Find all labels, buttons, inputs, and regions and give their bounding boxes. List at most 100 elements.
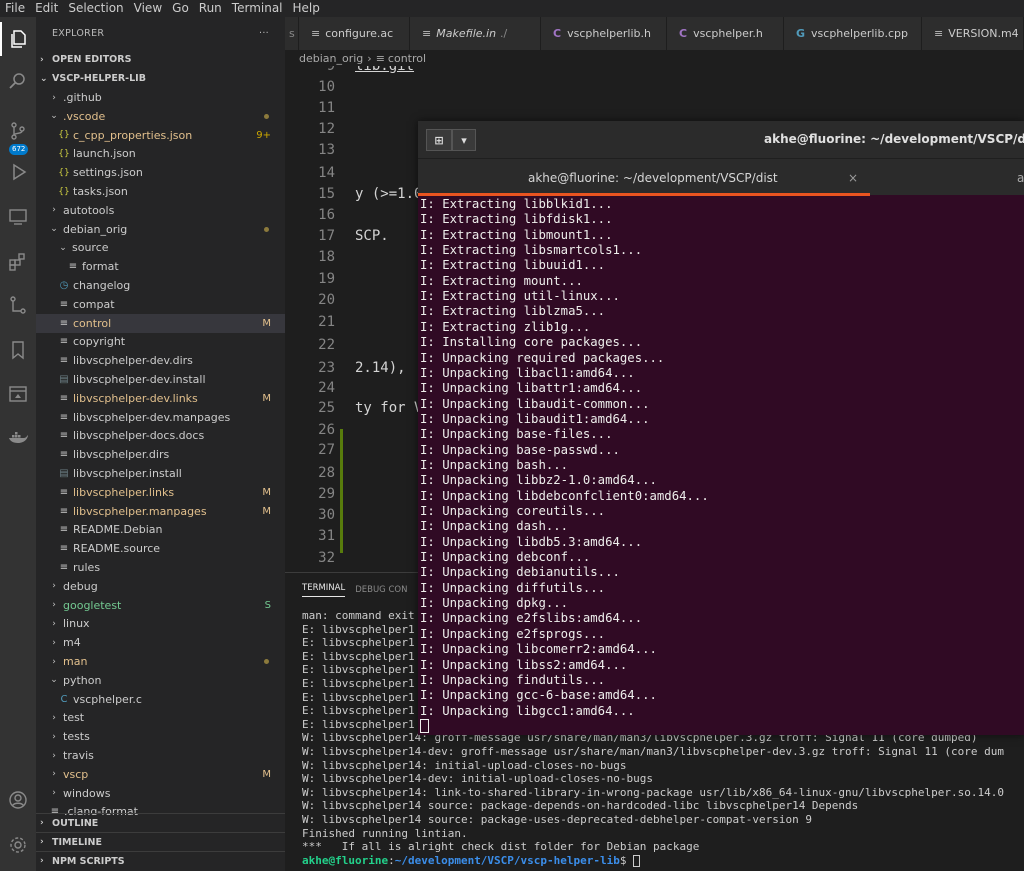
menu-view[interactable]: View xyxy=(129,0,167,17)
tree-item[interactable]: › m4 xyxy=(36,633,285,652)
terminal-tab-active-label[interactable]: akhe@fluorine: ~/development/VSCP/dist xyxy=(528,159,778,196)
tree-item[interactable]: › man xyxy=(36,652,285,671)
tab-version-m4[interactable]: ≡ VERSION.m4 xyxy=(922,17,1024,50)
breadcrumb-file[interactable]: control xyxy=(388,52,426,65)
tree-item[interactable]: ≡ rules xyxy=(36,558,285,577)
search-icon[interactable] xyxy=(0,64,36,98)
menu-run[interactable]: Run xyxy=(194,0,227,17)
terminal-output-line: I: Unpacking findutils... xyxy=(420,672,606,687)
explorer-more-button[interactable]: ··· xyxy=(259,28,269,39)
tree-item-label: libvscphelper.install xyxy=(73,467,182,480)
menu-go[interactable]: Go xyxy=(167,0,194,17)
tree-item[interactable]: ≡ libvscphelper-docs.docs xyxy=(36,426,285,445)
tab-vscphelperlib-cpp[interactable]: Gvscphelperlib.cpp xyxy=(784,17,922,50)
new-tab-button[interactable]: ⊞ xyxy=(426,129,452,151)
terminal-output-line: I: Unpacking diffutils... xyxy=(420,580,606,595)
tree-item[interactable]: {} c_cpp_properties.json 9+ xyxy=(36,126,285,145)
line-number: 18 xyxy=(318,249,335,265)
chevron-down-icon: ⌄ xyxy=(50,111,58,122)
explorer-icon[interactable] xyxy=(0,22,36,56)
close-tab-icon[interactable]: × xyxy=(848,159,858,196)
root-folder-section[interactable]: ⌄ VSCP-HELPER-LIB xyxy=(36,69,285,88)
tab-vscphelper-h[interactable]: Cvscphelper.h xyxy=(667,17,784,50)
tree-item[interactable]: {} tasks.json xyxy=(36,182,285,201)
tree-item[interactable]: ≡ compat xyxy=(36,295,285,314)
tree-item[interactable]: ≡ libvscphelper.dirs xyxy=(36,445,285,464)
tab-terminal[interactable]: TERMINAL xyxy=(302,583,346,597)
tree-item[interactable]: › travis xyxy=(36,746,285,765)
source-control-icon[interactable] xyxy=(0,114,36,148)
tree-item[interactable]: ≡ README.source xyxy=(36,539,285,558)
terminal-tab-second-label[interactable]: a xyxy=(1017,159,1024,196)
tree-item[interactable]: ▤ libvscphelper-dev.install xyxy=(36,370,285,389)
tree-item[interactable]: ▤ libvscphelper.install xyxy=(36,464,285,483)
terminal-line: W: libvscphelper14 source: package-depen… xyxy=(302,799,859,813)
outline-section[interactable]: › OUTLINE xyxy=(36,813,285,832)
git-graph-icon[interactable] xyxy=(0,288,36,322)
git-status-badge: M xyxy=(262,317,271,329)
tree-item[interactable]: ≡ libvscphelper-dev.dirs xyxy=(36,351,285,370)
tree-item[interactable]: ⌄ python xyxy=(36,671,285,690)
chevron-right-icon: › xyxy=(52,205,56,216)
tree-item[interactable]: › .github xyxy=(36,88,285,107)
json-file-icon: {} xyxy=(58,186,70,197)
tree-item[interactable]: {} launch.json xyxy=(36,144,285,163)
run-debug-icon[interactable] xyxy=(0,155,36,189)
npm-scripts-section[interactable]: › NPM SCRIPTS xyxy=(36,851,285,870)
bookmark-icon[interactable] xyxy=(0,333,36,367)
tree-item[interactable]: ≡ format xyxy=(36,257,285,276)
tab-debug-console[interactable]: DEBUG CON xyxy=(355,585,407,595)
tree-item[interactable]: ≡ libvscphelper-dev.links M xyxy=(36,389,285,408)
chevron-right-icon: › xyxy=(52,600,56,611)
account-icon[interactable] xyxy=(0,783,36,817)
tree-item[interactable]: ≡ README.Debian xyxy=(36,520,285,539)
tree-item[interactable]: ≡ libvscphelper-dev.manpages xyxy=(36,408,285,427)
menu-edit[interactable]: Edit xyxy=(30,0,63,17)
terminal-line: E: libvscphelper1 xyxy=(302,622,415,636)
serial-monitor-icon[interactable] xyxy=(0,377,36,411)
line-number: 22 xyxy=(318,337,335,353)
tree-item[interactable]: ≡ libvscphelper.links M xyxy=(36,483,285,502)
tree-item[interactable]: ≡ control M xyxy=(36,313,285,333)
chevron-right-icon: › xyxy=(52,618,56,629)
terminal-line: E: libvscphelper1 xyxy=(302,677,415,690)
tree-item[interactable]: Cvscphelper.c xyxy=(36,690,285,709)
tree-item[interactable]: › linux xyxy=(36,614,285,633)
terminal-output-line: I: Unpacking e2fsprogs... xyxy=(420,626,606,641)
tree-item[interactable]: › autotools xyxy=(36,201,285,220)
docker-icon[interactable] xyxy=(0,421,36,455)
tab-vscphelperlib-h[interactable]: Cvscphelperlib.h xyxy=(541,17,667,50)
tree-item[interactable]: {} settings.json xyxy=(36,163,285,182)
tree-item[interactable]: ≡ copyright xyxy=(36,332,285,351)
open-editors-section[interactable]: › OPEN EDITORS xyxy=(36,50,285,69)
extensions-icon[interactable] xyxy=(0,245,36,279)
tree-item[interactable]: ⌄ debian_orig xyxy=(36,220,285,239)
tab-overflow[interactable]: s xyxy=(285,17,299,50)
menu-help[interactable]: Help xyxy=(288,0,325,17)
terminal-output-line: I: Unpacking e2fslibs:amd64... xyxy=(420,611,643,626)
tree-item[interactable]: › tests xyxy=(36,727,285,746)
chevron-right-icon: › xyxy=(52,750,56,761)
line-number: 29 xyxy=(318,486,335,502)
tree-item[interactable]: ⌄ source xyxy=(36,238,285,257)
tree-item[interactable]: › debug xyxy=(36,577,285,596)
tab-menu-button[interactable]: ▾ xyxy=(452,129,476,151)
tree-item[interactable]: ⌄ .vscode xyxy=(36,107,285,126)
menu-file[interactable]: File xyxy=(0,0,30,17)
tab-configure-ac[interactable]: ≡ configure.ac xyxy=(299,17,410,50)
settings-gear-icon[interactable] xyxy=(0,828,36,862)
remote-explorer-icon[interactable] xyxy=(0,200,36,234)
tab-makefile-in[interactable]: ≡ Makefile.in ./ xyxy=(410,17,541,50)
tree-item[interactable]: › test xyxy=(36,708,285,727)
menu-selection[interactable]: Selection xyxy=(63,0,128,17)
tree-item[interactable]: ≡ libvscphelper.manpages M xyxy=(36,502,285,521)
menu-terminal[interactable]: Terminal xyxy=(227,0,288,17)
timeline-section[interactable]: › TIMELINE xyxy=(36,832,285,851)
terminal-window-title: akhe@fluorine: ~/development/VSCP/dist xyxy=(764,132,1024,146)
tree-item[interactable]: ◷ changelog xyxy=(36,276,285,295)
tree-item[interactable]: › windows xyxy=(36,784,285,803)
terminal-prompt[interactable]: akhe@fluorine:~/development/VSCP/vscp-he… xyxy=(302,854,641,867)
breadcrumb-folder[interactable]: debian_orig xyxy=(299,52,363,65)
tree-item[interactable]: › googletest S xyxy=(36,596,285,615)
tree-item[interactable]: › vscp M xyxy=(36,765,285,784)
